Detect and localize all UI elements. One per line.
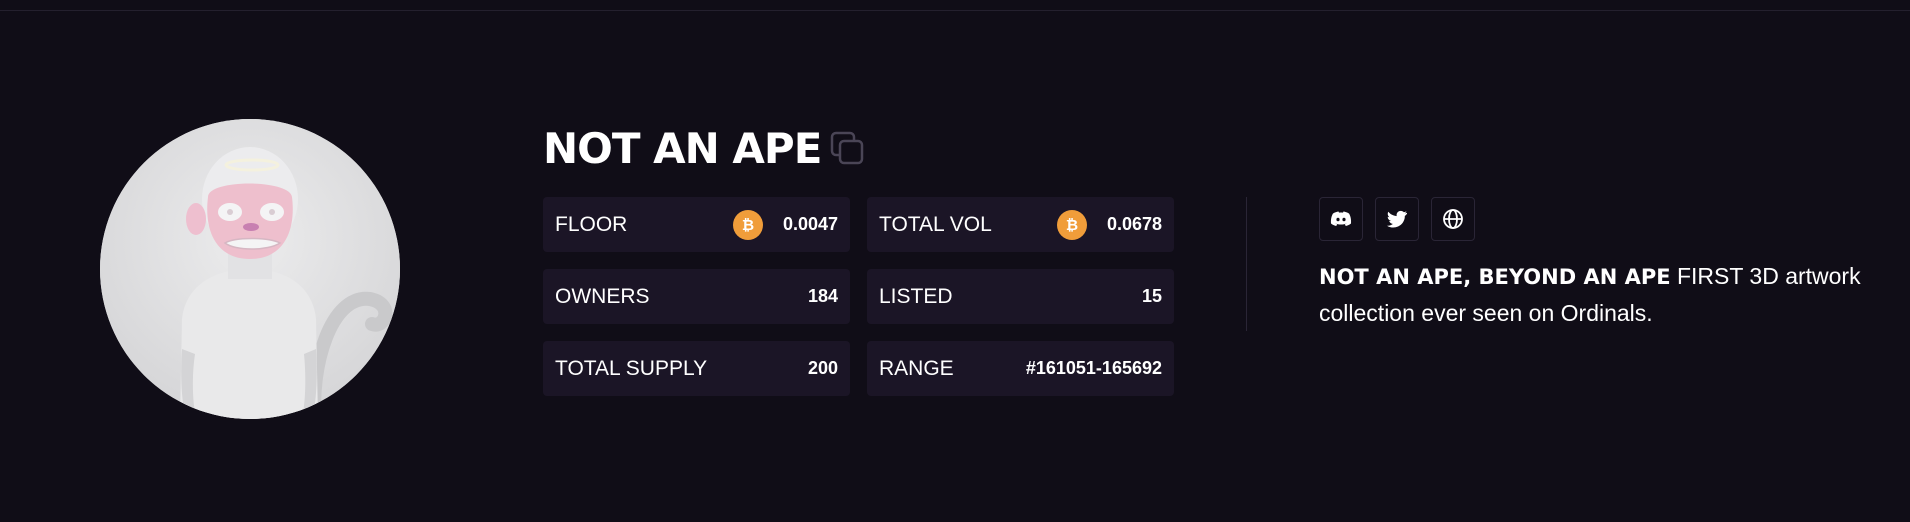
twitter-icon — [1387, 210, 1407, 228]
stat-value: 15 — [1141, 286, 1162, 306]
twitter-link[interactable] — [1375, 197, 1419, 241]
stat-label: RANGE — [879, 356, 954, 380]
stats-grid: FLOOR ₿ 0.0047 TOTAL VOL ₿ 0.0678 OWNERS… — [543, 197, 1174, 396]
stat-label: TOTAL VOL — [879, 212, 992, 236]
website-link[interactable] — [1431, 197, 1475, 241]
description-highlight: NOT AN APE, BEYOND AN APE — [1319, 265, 1671, 289]
stat-total-supply: TOTAL SUPPLY 200 — [543, 341, 850, 396]
ape-avatar-image — [100, 119, 400, 419]
bitcoin-icon: ₿ — [732, 209, 763, 240]
social-links — [1319, 197, 1475, 241]
stat-label: TOTAL SUPPLY — [555, 356, 708, 380]
stat-label: LISTED — [879, 284, 953, 308]
collection-avatar — [100, 119, 400, 419]
header-divider — [0, 10, 1910, 11]
discord-icon — [1330, 211, 1352, 226]
stat-value: 0.0047 — [782, 214, 838, 234]
stat-label: FLOOR — [555, 212, 628, 236]
stat-value: 0.0678 — [1106, 214, 1162, 234]
title-row: NOT AN APE — [543, 120, 865, 176]
copy-icon[interactable] — [829, 130, 865, 166]
svg-text:₿: ₿ — [1066, 216, 1078, 234]
vertical-divider — [1246, 197, 1247, 331]
bitcoin-icon: ₿ — [1056, 209, 1087, 240]
stat-listed: LISTED 15 — [867, 269, 1174, 324]
stat-value: 200 — [807, 358, 838, 378]
collection-title: NOT AN APE — [543, 123, 822, 173]
collection-description: NOT AN APE, BEYOND AN APE FIRST 3D artwo… — [1319, 258, 1879, 331]
stat-value: 184 — [807, 286, 838, 306]
stat-total-vol: TOTAL VOL ₿ 0.0678 — [867, 197, 1174, 252]
discord-link[interactable] — [1319, 197, 1363, 241]
stat-floor: FLOOR ₿ 0.0047 — [543, 197, 850, 252]
stat-owners: OWNERS 184 — [543, 269, 850, 324]
globe-icon — [1443, 209, 1463, 229]
stat-range: RANGE #161051-165692 — [867, 341, 1174, 396]
stat-label: OWNERS — [555, 284, 650, 308]
svg-text:₿: ₿ — [742, 216, 754, 234]
stat-value: #161051-165692 — [1025, 358, 1162, 378]
